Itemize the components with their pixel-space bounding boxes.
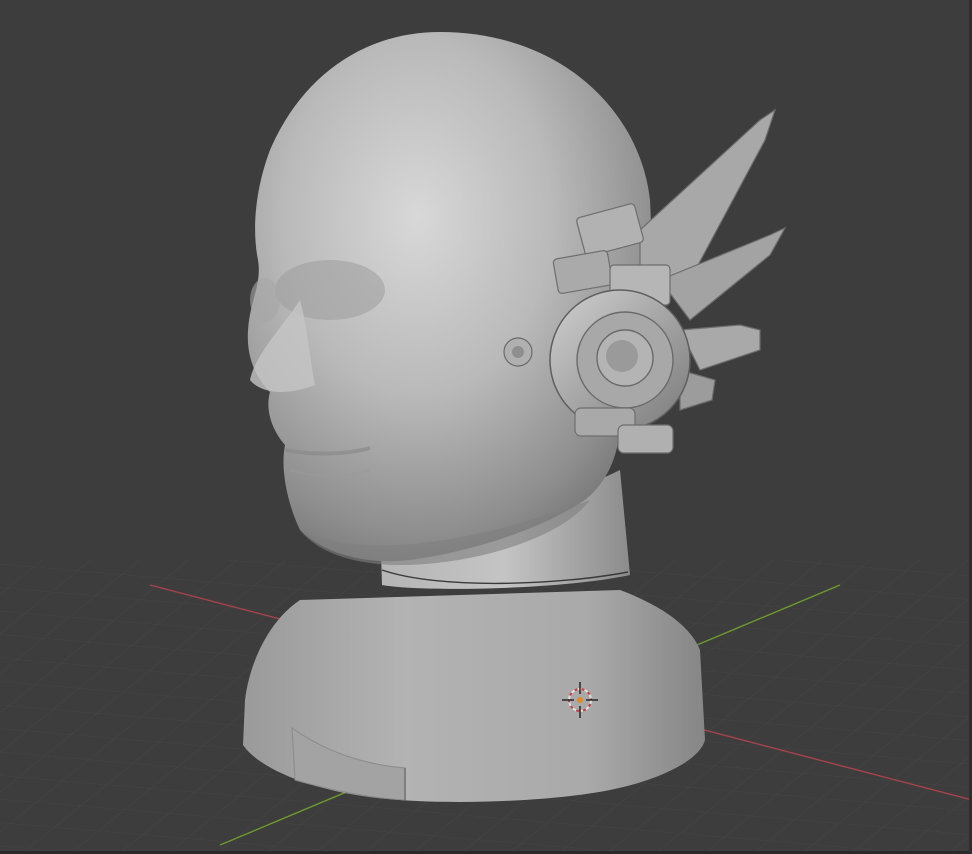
3d-viewport[interactable] — [0, 0, 972, 854]
viewport-scene[interactable] — [0, 0, 972, 854]
bust-base[interactable] — [243, 590, 705, 802]
